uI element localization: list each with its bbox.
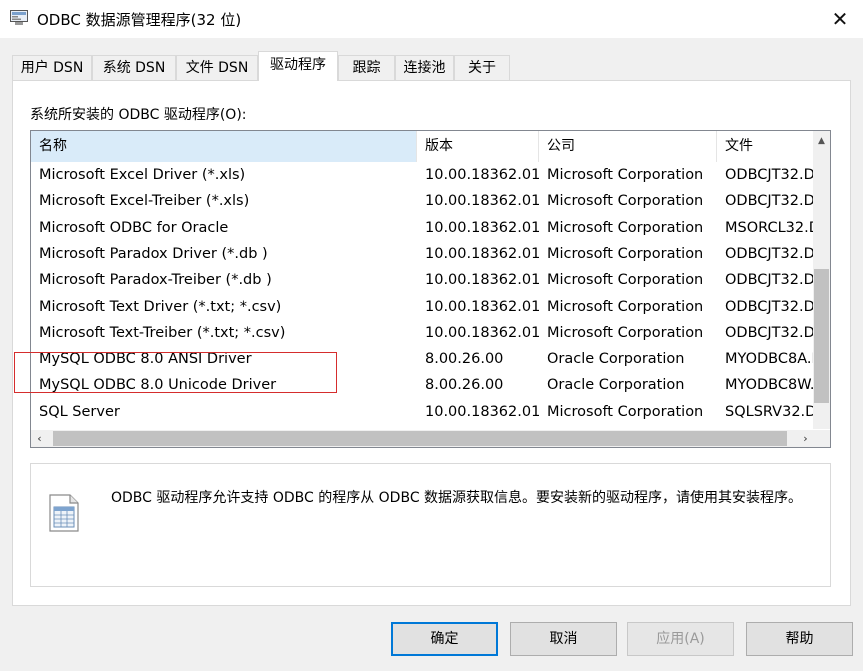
- table-row[interactable]: Microsoft Text-Treiber (*.txt; *.csv) 10…: [31, 320, 814, 346]
- cell-version: 8.00.26.00: [425, 377, 504, 394]
- tab-about[interactable]: 关于: [454, 55, 510, 80]
- cell-driver-name: Microsoft Excel Driver (*.xls): [39, 167, 246, 183]
- list-header: 名称 版本 公司 文件: [31, 131, 814, 162]
- cell-driver-name: Microsoft ODBC for Oracle: [39, 219, 229, 236]
- tab-file-dsn[interactable]: 文件 DSN: [176, 55, 258, 80]
- table-row[interactable]: Microsoft Paradox-Treiber (*.db ) 10.00.…: [31, 267, 814, 293]
- cell-driver-name: Microsoft Excel-Treiber (*.xls): [39, 193, 250, 210]
- cell-file: ODBCJT32.DLL: [725, 298, 814, 315]
- cell-company: Microsoft Corporation: [547, 272, 704, 289]
- table-row[interactable]: Microsoft Paradox Driver (*.db ) 10.00.1…: [31, 241, 814, 267]
- title-bar: ODBC 数据源管理程序(32 位) ✕: [0, 0, 863, 38]
- info-text: ODBC 驱动程序允许支持 ODBC 的程序从 ODBC 数据源获取信息。要安装…: [111, 490, 803, 506]
- cell-driver-name: Microsoft Text Driver (*.txt; *.csv): [39, 298, 282, 315]
- horizontal-scroll-thumb[interactable]: [53, 431, 787, 446]
- column-header-version[interactable]: 版本: [417, 131, 539, 162]
- cell-company: Microsoft Corporation: [547, 193, 704, 210]
- cell-file: ODBCJT32.DLL: [725, 193, 814, 210]
- column-header-name[interactable]: 名称: [31, 131, 417, 162]
- cell-file: ODBCJT32.DLL: [725, 167, 814, 183]
- odbc-app-icon: [10, 10, 28, 25]
- drivers-list-label: 系统所安装的 ODBC 驱动程序(O):: [30, 107, 247, 123]
- tab-tracing[interactable]: 跟踪: [338, 55, 395, 80]
- cancel-button[interactable]: 取消: [510, 622, 617, 656]
- cell-company: Microsoft Corporation: [547, 403, 704, 420]
- tab-user-dsn[interactable]: 用户 DSN: [12, 55, 92, 80]
- cell-company: Microsoft Corporation: [547, 324, 704, 341]
- tab-drivers[interactable]: 驱动程序: [258, 51, 338, 81]
- tab-connection-pooling[interactable]: 连接池: [395, 55, 454, 80]
- cell-driver-name: Microsoft Paradox Driver (*.db ): [39, 245, 268, 262]
- scroll-right-arrow-icon[interactable]: ›: [797, 430, 814, 447]
- table-row[interactable]: Microsoft ODBC for Oracle 10.00.18362.01…: [31, 215, 814, 241]
- close-icon[interactable]: ✕: [817, 0, 863, 38]
- cell-company: Microsoft Corporation: [547, 167, 704, 183]
- cell-company: Microsoft Corporation: [547, 245, 704, 262]
- table-row[interactable]: Microsoft Text Driver (*.txt; *.csv) 10.…: [31, 294, 814, 320]
- cell-version: 10.00.18362.01: [425, 219, 539, 236]
- cell-driver-name: Microsoft Paradox-Treiber (*.db ): [39, 272, 272, 289]
- cell-version: 10.00.18362.01: [425, 298, 539, 315]
- cell-version: 10.00.18362.01: [425, 403, 539, 420]
- cell-company: Microsoft Corporation: [547, 298, 704, 315]
- apply-button[interactable]: 应用(A): [627, 622, 734, 656]
- cell-version: 10.00.18362.01: [425, 193, 539, 210]
- drivers-listview[interactable]: 名称 版本 公司 文件 Microsoft Excel Driver (*.xl…: [30, 130, 831, 448]
- horizontal-scrollbar[interactable]: ‹ ›: [31, 430, 814, 447]
- scroll-left-arrow-icon[interactable]: ‹: [31, 430, 48, 447]
- cell-file: SQLSRV32.DLL: [725, 403, 814, 420]
- window-title: ODBC 数据源管理程序(32 位): [37, 11, 242, 29]
- cell-driver-name: Microsoft Text-Treiber (*.txt; *.csv): [39, 324, 286, 341]
- cell-version: 10.00.18362.01: [425, 245, 539, 262]
- scroll-up-arrow-icon[interactable]: ▲: [813, 131, 830, 151]
- cell-company: Oracle Corporation: [547, 351, 685, 368]
- database-document-icon: [49, 494, 79, 532]
- ok-button[interactable]: 确定: [391, 622, 498, 656]
- cell-file: MYODBC8W.DLL: [725, 377, 814, 394]
- cell-version: 10.00.18362.01: [425, 272, 539, 289]
- scrollbar-corner: [813, 430, 830, 447]
- cell-driver-name: SQL Server: [39, 403, 120, 420]
- cell-file: ODBCJT32.DLL: [725, 272, 814, 289]
- table-row[interactable]: Microsoft Excel-Treiber (*.xls) 10.00.18…: [31, 188, 814, 214]
- column-header-company[interactable]: 公司: [539, 131, 717, 162]
- cell-file: ODBCJT32.DLL: [725, 324, 814, 341]
- vertical-scrollbar[interactable]: ▲: [813, 131, 830, 429]
- cell-version: 8.00.26.00: [425, 351, 504, 368]
- mysql-drivers-highlight: [14, 352, 337, 393]
- info-box: [30, 463, 831, 587]
- vertical-scroll-thumb[interactable]: [814, 269, 829, 403]
- column-header-file[interactable]: 文件: [717, 131, 814, 162]
- cell-file: ODBCJT32.DLL: [725, 245, 814, 262]
- cell-company: Oracle Corporation: [547, 377, 685, 394]
- tab-system-dsn[interactable]: 系统 DSN: [92, 55, 176, 80]
- table-row[interactable]: SQL Server 10.00.18362.01 Microsoft Corp…: [31, 399, 814, 425]
- cell-version: 10.00.18362.01: [425, 167, 539, 183]
- cell-file: MYODBC8A.DLL: [725, 351, 814, 368]
- help-button[interactable]: 帮助: [746, 622, 853, 656]
- table-row[interactable]: Microsoft Excel Driver (*.xls) 10.00.183…: [31, 162, 814, 188]
- cell-version: 10.00.18362.01: [425, 324, 539, 341]
- cell-file: MSORCL32.DLL: [725, 219, 814, 236]
- cell-company: Microsoft Corporation: [547, 219, 704, 236]
